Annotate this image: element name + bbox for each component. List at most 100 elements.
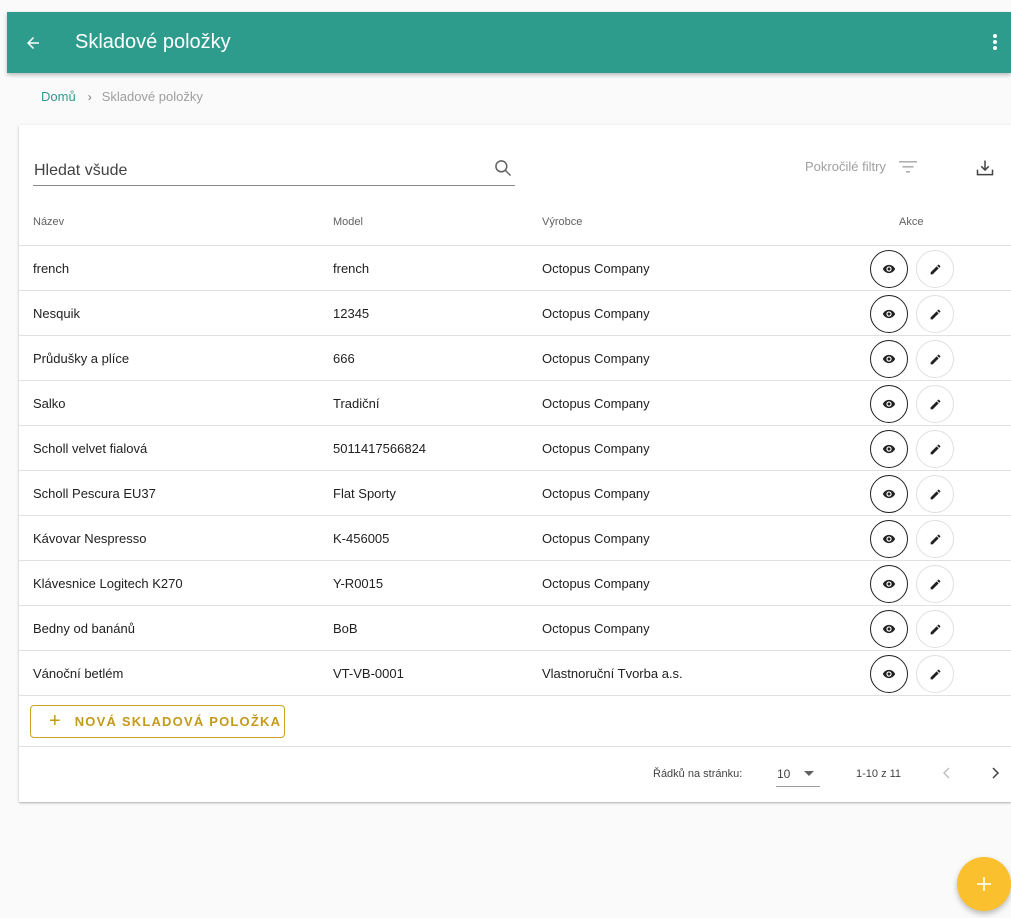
table-row: Nesquik 12345 Octopus Company [19, 291, 1011, 336]
view-button[interactable] [870, 475, 908, 513]
cell-manufacturer: Octopus Company [542, 441, 650, 456]
cell-model: french [333, 261, 370, 276]
cell-name: Scholl velvet fialová [33, 441, 148, 456]
cell-name: french [33, 261, 70, 276]
more-menu-button[interactable] [985, 30, 1005, 54]
cell-name: Kávovar Nespresso [33, 531, 147, 546]
edit-button[interactable] [916, 565, 954, 603]
breadcrumb: Domů › Skladové položky [41, 89, 203, 104]
new-item-button[interactable]: + NOVÁ SKLADOVÁ POLOŽKA [30, 705, 285, 738]
edit-button[interactable] [916, 295, 954, 333]
cell-manufacturer: Octopus Company [542, 531, 650, 546]
pencil-icon [930, 399, 940, 409]
table-row: Kávovar Nespresso K-456005 Octopus Company [19, 516, 1011, 561]
pencil-icon [930, 624, 940, 634]
search-input[interactable]: Hledat všude [33, 155, 515, 186]
header-actions: Akce [899, 216, 924, 228]
caret-down-icon [804, 771, 815, 776]
table-row: Průdušky a plíce 666 Octopus Company [19, 336, 1011, 381]
cell-model: Tradiční [333, 396, 380, 411]
pagination-range: 1-10 z 11 [856, 768, 902, 780]
view-button[interactable] [870, 430, 908, 468]
search-icon[interactable] [493, 158, 513, 178]
edit-button[interactable] [916, 655, 954, 693]
view-button[interactable] [870, 520, 908, 558]
eye-icon [882, 669, 896, 679]
view-button[interactable] [870, 565, 908, 603]
table-row: Vánoční betlém VT-VB-0001 Vlastnoruční Tvo… [19, 651, 1011, 696]
edit-button[interactable] [916, 475, 954, 513]
edit-button[interactable] [916, 430, 954, 468]
chevron-left-icon[interactable] [939, 764, 955, 782]
table-row: Scholl Pescura EU37 Flat Sporty Octopus Co… [19, 471, 1011, 516]
cell-model: VT-VB-0001 [333, 666, 404, 681]
view-button[interactable] [870, 250, 908, 288]
edit-button[interactable] [916, 250, 954, 288]
cell-model: 12345 [333, 306, 370, 321]
advanced-filters-label: Pokročilé filtry [805, 159, 886, 174]
cell-name: Salko [33, 396, 66, 411]
cell-name: Klávesnice Logitech K270 [33, 576, 183, 591]
add-fab-button[interactable] [957, 857, 1011, 911]
header-model[interactable]: Model [333, 216, 363, 228]
items-table-card: Hledat všude Pokročilé filtry Název Mode… [19, 125, 1011, 802]
breadcrumb-home-link[interactable]: Domů [41, 89, 76, 104]
eye-icon [882, 309, 896, 319]
eye-icon [882, 264, 896, 274]
view-button[interactable] [870, 385, 908, 423]
eye-icon [882, 579, 896, 589]
edit-button[interactable] [916, 340, 954, 378]
eye-icon [882, 354, 896, 364]
eye-icon [882, 624, 896, 634]
edit-button[interactable] [916, 520, 954, 558]
rows-per-page-value: 10 [777, 766, 791, 781]
plus-icon [977, 877, 991, 891]
pencil-icon [930, 669, 940, 679]
table-row: Scholl velvet fialová 5011417566824 Octopu… [19, 426, 1011, 471]
table-row: french french Octopus Company [19, 246, 1011, 291]
eye-icon [882, 534, 896, 544]
view-button[interactable] [870, 610, 908, 648]
cell-name: Nesquik [33, 306, 80, 321]
header-manufacturer[interactable]: Výrobce [542, 216, 582, 228]
view-button[interactable] [870, 295, 908, 333]
table-row: Salko Tradiční Octopus Company [19, 381, 1011, 426]
pencil-icon [930, 444, 940, 454]
edit-button[interactable] [916, 385, 954, 423]
pencil-icon [930, 264, 940, 274]
chevron-right-icon[interactable] [987, 764, 1003, 782]
back-button[interactable] [7, 12, 59, 73]
breadcrumb-current: Skladové položky [101, 89, 203, 104]
search-placeholder: Hledat všude [34, 162, 128, 179]
cell-manufacturer: Octopus Company [542, 621, 650, 636]
arrow-left-icon [27, 36, 39, 49]
view-button[interactable] [870, 340, 908, 378]
cell-model: BoB [333, 621, 358, 636]
cell-manufacturer: Octopus Company [542, 396, 650, 411]
table-row: Bedny od banánů BoB Octopus Company [19, 606, 1011, 651]
cell-model: Flat Sporty [333, 486, 396, 501]
pencil-icon [930, 309, 940, 319]
rows-per-page-select[interactable]: 10 [776, 761, 820, 787]
download-icon[interactable] [975, 158, 995, 178]
pencil-icon [930, 354, 940, 364]
header-name[interactable]: Název [33, 216, 64, 228]
table-header: Název Model Výrobce Akce [19, 201, 1011, 246]
eye-icon [882, 399, 896, 409]
cell-model: 5011417566824 [333, 441, 427, 456]
view-button[interactable] [870, 655, 908, 693]
pencil-icon [930, 489, 940, 499]
cell-model: K-456005 [333, 531, 390, 546]
cell-manufacturer: Octopus Company [542, 576, 650, 591]
filter-icon [898, 160, 917, 173]
edit-button[interactable] [916, 610, 954, 648]
table-row: Klávesnice Logitech K270 Y-R0015 Octopus C… [19, 561, 1011, 606]
page-title: Skladové položky [75, 31, 231, 53]
cell-manufacturer: Octopus Company [542, 261, 650, 276]
cell-name: Průdušky a plíce [33, 351, 130, 366]
cell-manufacturer: Octopus Company [542, 306, 650, 321]
cell-name: Vánoční betlém [33, 666, 124, 681]
advanced-filters-button[interactable]: Pokročilé filtry [805, 159, 918, 174]
cell-manufacturer: Octopus Company [542, 351, 650, 366]
cell-model: Y-R0015 [333, 576, 384, 591]
